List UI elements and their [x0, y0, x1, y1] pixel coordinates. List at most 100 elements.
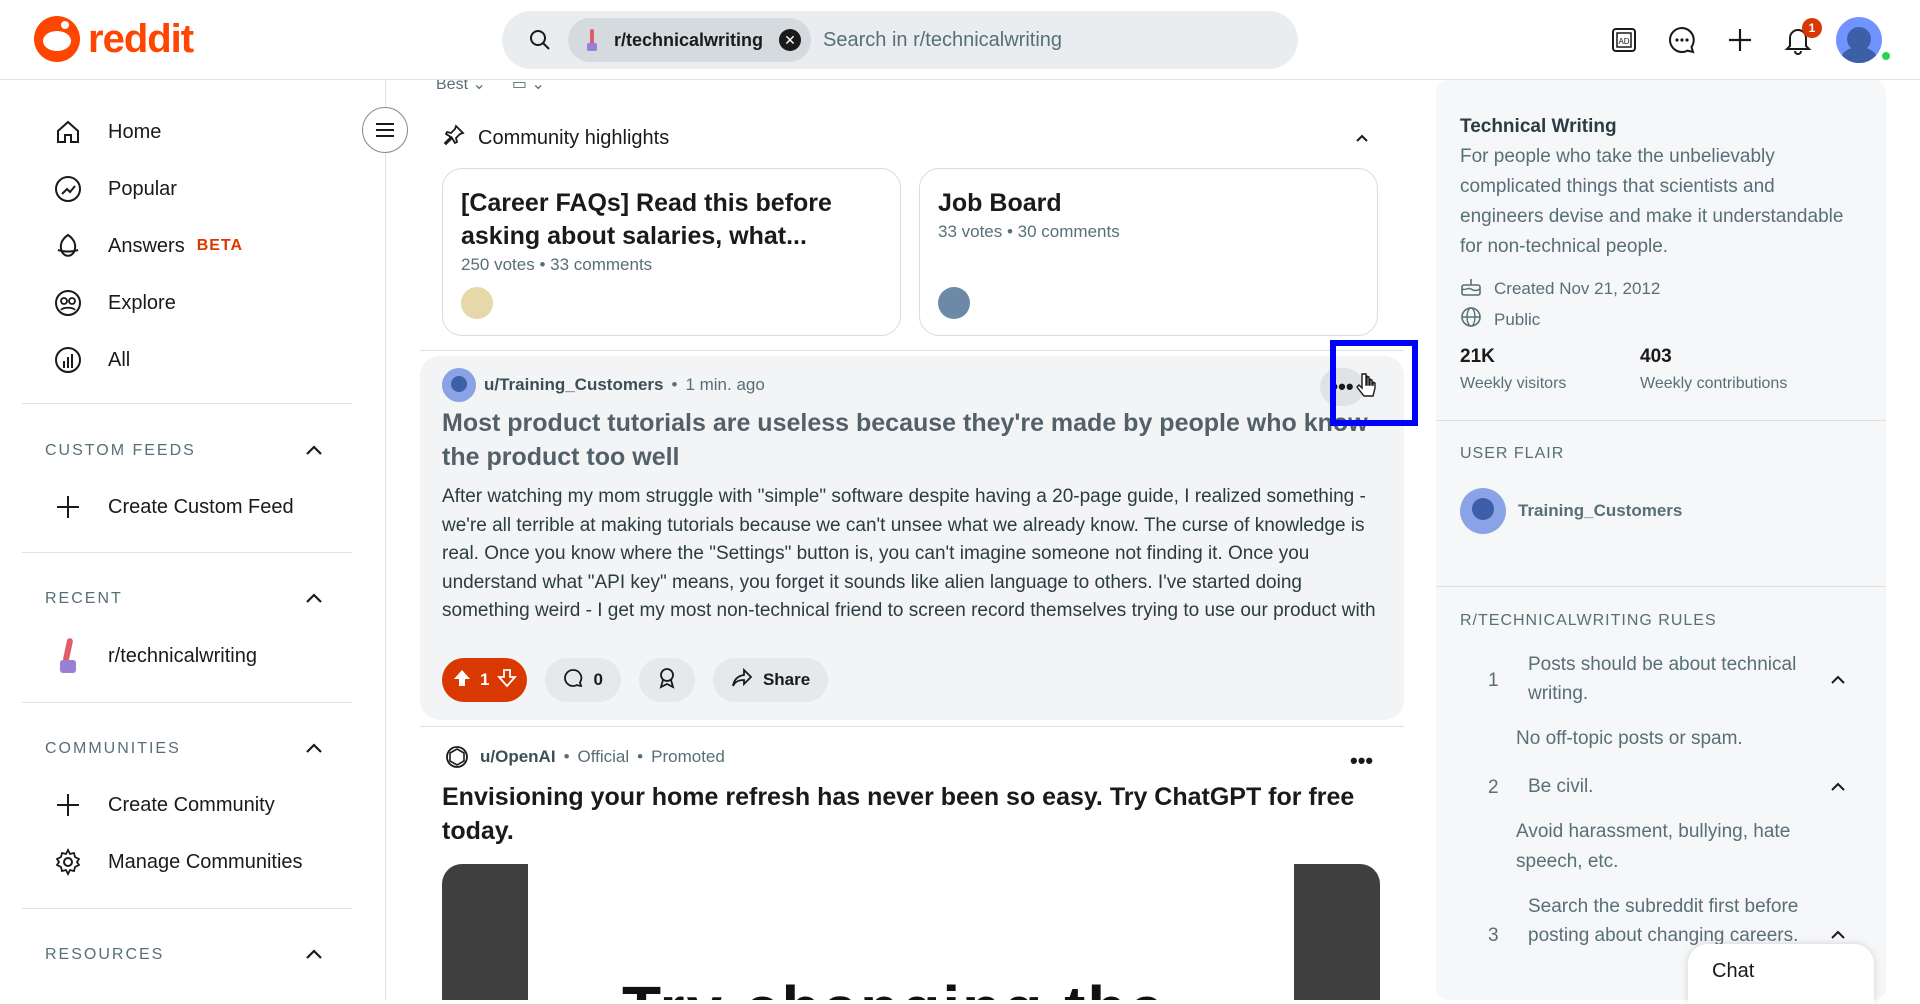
plus-icon	[52, 491, 84, 523]
post-actions: 1 0 Share	[442, 658, 829, 702]
award-button[interactable]	[638, 658, 695, 702]
promoted-post-title[interactable]: Envisioning your home refresh has never …	[442, 780, 1382, 848]
post-header: u/Training_Customers • 1 min. ago	[442, 368, 765, 402]
sidebar-item-answers[interactable]: Answers BETA	[52, 224, 243, 268]
highlight-title: Job Board	[938, 189, 1062, 217]
divider	[1436, 586, 1886, 587]
post-author[interactable]: u/Training_Customers	[484, 375, 663, 395]
media-side-panel	[442, 864, 528, 1000]
chat-icon[interactable]	[1662, 14, 1702, 66]
downvote-icon[interactable]	[497, 668, 518, 693]
chevron-up-icon[interactable]	[1826, 668, 1850, 692]
collapse-sidebar-button[interactable]	[362, 107, 408, 153]
weekly-visitors-count: 21K	[1460, 346, 1495, 367]
weekly-visitors-label: Weekly visitors	[1460, 375, 1567, 392]
answers-icon	[52, 230, 84, 262]
rule-title[interactable]: Posts should be about technical writing.	[1528, 651, 1828, 708]
main-feed: Best ⌄ ▭ ⌄ Community highlights [Career …	[420, 80, 1410, 1000]
promoted-label: Promoted	[651, 747, 725, 766]
weekly-contributions-count: 403	[1640, 346, 1672, 367]
community-sidebar: Technical Writing For people who take th…	[1436, 80, 1886, 1000]
logo-text: reddit	[88, 16, 194, 61]
create-post-icon[interactable]	[1720, 14, 1760, 66]
create-community-button[interactable]: Create Community	[52, 783, 275, 827]
rule-description: Avoid harassment, bullying, hate speech,…	[1516, 821, 1791, 872]
created-row: Created Nov 21, 2012	[1460, 275, 1660, 302]
vote-count: 1	[480, 670, 490, 689]
top-header: reddit r/technicalwriting ✕ Search in r/…	[0, 0, 1920, 80]
notification-badge: 1	[1802, 18, 1822, 38]
flair-avatar[interactable]	[1460, 488, 1506, 534]
subreddit-pen-icon	[580, 26, 604, 54]
divider	[22, 702, 352, 703]
create-custom-feed-button[interactable]: Create Custom Feed	[52, 485, 294, 529]
chevron-up-icon[interactable]	[300, 436, 328, 464]
rule-title[interactable]: Be civil.	[1528, 773, 1828, 802]
author-avatar[interactable]	[442, 368, 476, 402]
dot-separator: •	[563, 747, 570, 766]
chevron-up-icon[interactable]	[1826, 775, 1850, 799]
sidebar-item-label: All	[108, 348, 131, 371]
upvote-icon[interactable]	[452, 668, 472, 693]
sidebar-item-explore[interactable]: Explore	[52, 281, 176, 325]
user-avatar[interactable]	[1836, 17, 1882, 63]
more-options-button[interactable]: •••	[1350, 748, 1373, 774]
subreddit-search-chip[interactable]: r/technicalwriting ✕	[568, 18, 812, 62]
sidebar-item-popular[interactable]: Popular	[52, 167, 177, 211]
promoted-author[interactable]: u/OpenAI	[480, 747, 556, 767]
post-card[interactable]: u/Training_Customers • 1 min. ago ••• Mo…	[420, 356, 1404, 720]
cake-icon	[1460, 275, 1482, 302]
rule-description: No off-topic posts or spam.	[1516, 728, 1743, 749]
recent-item-technicalwriting[interactable]: r/technicalwriting	[52, 634, 257, 678]
search-input[interactable]: Search in r/technicalwriting	[823, 29, 1062, 52]
notifications-icon[interactable]: 1	[1778, 14, 1822, 66]
chat-button[interactable]: Chat	[1688, 944, 1874, 1004]
divider	[22, 403, 352, 404]
rule-number: 1	[1488, 670, 1499, 691]
left-sidebar: Home Popular Answers BETA Explore All CU…	[0, 80, 386, 1000]
chevron-up-icon[interactable]	[300, 940, 328, 968]
highlight-meta: 250 votes • 33 comments	[461, 255, 653, 274]
post-body[interactable]: After watching my mom struggle with "sim…	[442, 483, 1387, 627]
post-title[interactable]: Most product tutorials are useless becau…	[442, 406, 1382, 474]
advertise-icon[interactable]: AD	[1604, 14, 1644, 66]
highlight-card[interactable]: Job Board 33 votes • 30 comments	[919, 168, 1378, 336]
divider	[1436, 420, 1886, 421]
sidebar-item-home[interactable]: Home	[52, 110, 161, 154]
sidebar-item-label: Explore	[108, 291, 176, 314]
highlight-card[interactable]: [Career FAQs] Read this before asking ab…	[442, 168, 901, 336]
comments-button[interactable]: 0	[545, 658, 621, 702]
highlight-votes: 250 votes	[461, 255, 535, 274]
promoted-media-text: Try changing the	[622, 972, 1166, 1000]
section-title-communities: COMMUNITIES	[45, 740, 181, 757]
clear-chip-icon[interactable]: ✕	[779, 29, 802, 51]
created-date: Created Nov 21, 2012	[1494, 278, 1661, 298]
recent-item-label: r/technicalwriting	[108, 644, 257, 667]
section-title-resources: RESOURCES	[45, 946, 165, 963]
promoted-media[interactable]: Try changing the	[442, 864, 1380, 1000]
user-flair-title: USER FLAIR	[1460, 445, 1565, 462]
search-bar[interactable]: r/technicalwriting ✕ Search in r/technic…	[502, 11, 1298, 69]
promoted-post-header: u/OpenAI • Official • Promoted	[442, 742, 725, 772]
flair-username[interactable]: Training_Customers	[1518, 501, 1682, 521]
gear-icon	[52, 846, 84, 878]
chevron-up-icon[interactable]	[300, 734, 328, 762]
sidebar-item-all[interactable]: All	[52, 338, 130, 382]
create-community-label: Create Community	[108, 793, 275, 816]
openai-logo-icon[interactable]	[442, 742, 472, 772]
sort-dropdown[interactable]: Best ⌄	[436, 80, 486, 94]
share-button[interactable]: Share	[712, 658, 829, 702]
dot-separator: •	[637, 747, 644, 766]
manage-communities-button[interactable]: Manage Communities	[52, 840, 303, 884]
section-title-custom-feeds: CUSTOM FEEDS	[45, 442, 196, 459]
sort-bar: Best ⌄ ▭ ⌄	[436, 80, 545, 94]
highlight-author-avatar	[938, 287, 970, 319]
plus-icon	[52, 789, 84, 821]
chevron-up-icon[interactable]	[1350, 126, 1374, 150]
comment-count: 0	[593, 670, 603, 689]
popular-icon	[52, 173, 84, 205]
rule-title[interactable]: Search the subreddit first before postin…	[1528, 893, 1828, 950]
reddit-logo[interactable]: reddit	[34, 16, 194, 62]
chevron-up-icon[interactable]	[300, 584, 328, 612]
view-toggle[interactable]: ▭ ⌄	[512, 80, 545, 94]
